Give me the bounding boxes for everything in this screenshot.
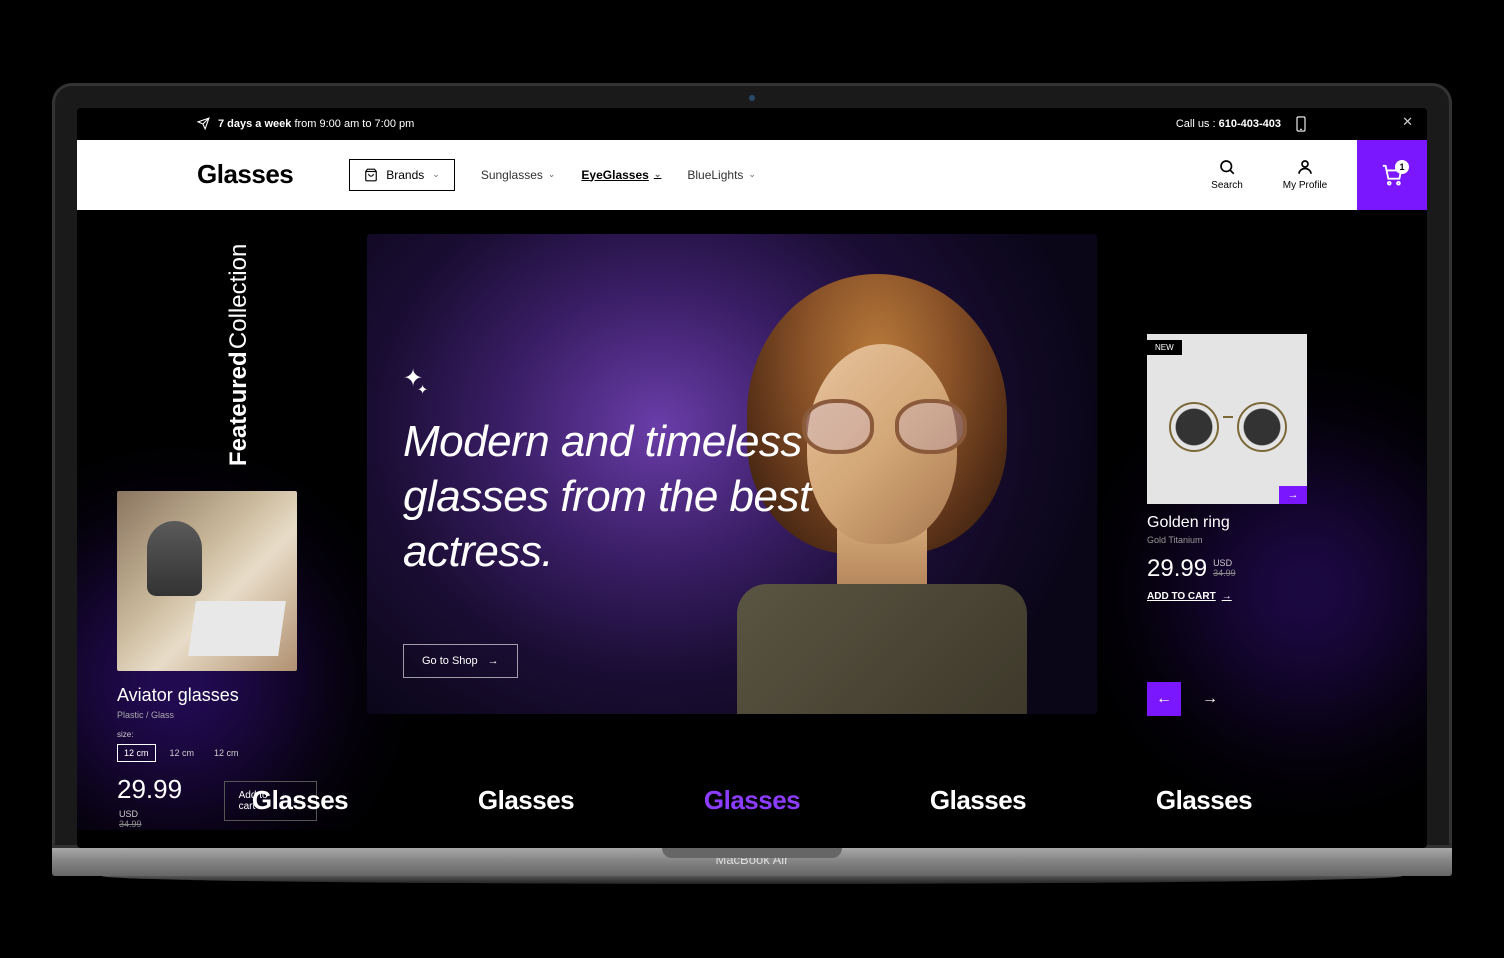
main-header: Glasses Brands ⌄ Sunglasses⌄ EyeGlasses⌄… bbox=[77, 140, 1427, 210]
user-icon bbox=[1296, 158, 1314, 176]
chevron-down-icon: ⌄ bbox=[748, 169, 756, 180]
carousel-prev-button[interactable]: ← bbox=[1147, 682, 1181, 716]
product-title: Aviator glasses bbox=[117, 685, 317, 706]
brand-logo[interactable]: Glasses bbox=[252, 785, 348, 816]
nav-sunglasses[interactable]: Sunglasses⌄ bbox=[481, 168, 556, 182]
featured-collection-label: Feateured Collection bbox=[227, 244, 251, 466]
size-option[interactable]: 12 cm bbox=[164, 745, 201, 761]
product-card-left: Aviator glasses Plastic / Glass size: 12… bbox=[117, 491, 317, 829]
brand-logo[interactable]: Glasses bbox=[704, 785, 800, 816]
brand-logo[interactable]: Glasses bbox=[478, 785, 574, 816]
product-title: Golden ring bbox=[1147, 514, 1307, 532]
search-button[interactable]: Search bbox=[1201, 158, 1253, 191]
bag-icon bbox=[364, 168, 378, 182]
carousel-next-button[interactable]: → bbox=[1193, 682, 1227, 716]
chevron-down-icon: ⌄ bbox=[654, 169, 662, 180]
product-image[interactable] bbox=[117, 491, 297, 671]
nav-eyeglasses[interactable]: EyeGlasses⌄ bbox=[581, 168, 661, 182]
product-glasses-illustration bbox=[1169, 402, 1287, 452]
arrow-right-icon: → bbox=[1222, 591, 1232, 602]
search-icon bbox=[1218, 158, 1236, 176]
new-tag: NEW bbox=[1147, 340, 1182, 355]
callus-text: Call us : 610-403-403 bbox=[1176, 118, 1281, 130]
cart-button[interactable]: 1 bbox=[1357, 140, 1427, 210]
go-to-shop-button[interactable]: Go to Shop → bbox=[403, 644, 518, 678]
size-option[interactable]: 12 cm bbox=[208, 745, 245, 761]
chevron-down-icon: ⌄ bbox=[432, 169, 440, 180]
size-option[interactable]: 12 cm bbox=[117, 744, 156, 762]
profile-label: My Profile bbox=[1283, 180, 1327, 191]
cart-count-badge: 1 bbox=[1395, 160, 1409, 174]
laptop-base: MacBook Air bbox=[52, 848, 1452, 876]
product-subtitle: Plastic / Glass bbox=[117, 710, 317, 720]
brands-dropdown[interactable]: Brands ⌄ bbox=[349, 159, 455, 191]
profile-button[interactable]: My Profile bbox=[1279, 158, 1331, 191]
product-price: 29.99 USD 34.99 bbox=[1147, 555, 1307, 583]
arrow-right-icon: → bbox=[488, 655, 499, 667]
add-to-cart-link[interactable]: ADD TO CART → bbox=[1147, 591, 1307, 602]
brand-logo[interactable]: Glasses bbox=[930, 785, 1026, 816]
camera-dot bbox=[749, 95, 755, 101]
nav-bluelights[interactable]: BlueLights⌄ bbox=[687, 168, 756, 182]
hero-headline: Modern and timeless glasses from the bes… bbox=[403, 414, 923, 579]
hours-text: 7 days a week from 9:00 am to 7:00 pm bbox=[218, 118, 414, 130]
arrow-right-icon[interactable]: → bbox=[1279, 486, 1307, 504]
brands-label: Brands bbox=[386, 168, 424, 182]
sparkle-icon: ✦✦ bbox=[403, 364, 434, 393]
product-card-right-image[interactable]: NEW → bbox=[1147, 334, 1307, 504]
close-icon[interactable]: ✕ bbox=[1402, 114, 1413, 130]
product-subtitle: Gold Titanium bbox=[1147, 535, 1307, 545]
chevron-down-icon: ⌄ bbox=[548, 169, 556, 180]
brand-strip: Glasses Glasses Glasses Glasses Glasses bbox=[77, 785, 1427, 816]
phone-icon[interactable] bbox=[1295, 116, 1307, 132]
hero-banner: ✦✦ Modern and timeless glasses from the … bbox=[367, 234, 1097, 714]
logo[interactable]: Glasses bbox=[197, 159, 293, 190]
brand-logo[interactable]: Glasses bbox=[1156, 785, 1252, 816]
announcement-bar: 7 days a week from 9:00 am to 7:00 pm Ca… bbox=[77, 108, 1427, 140]
size-label: size: bbox=[117, 730, 317, 739]
paper-plane-icon bbox=[197, 117, 210, 130]
search-label: Search bbox=[1211, 180, 1243, 191]
